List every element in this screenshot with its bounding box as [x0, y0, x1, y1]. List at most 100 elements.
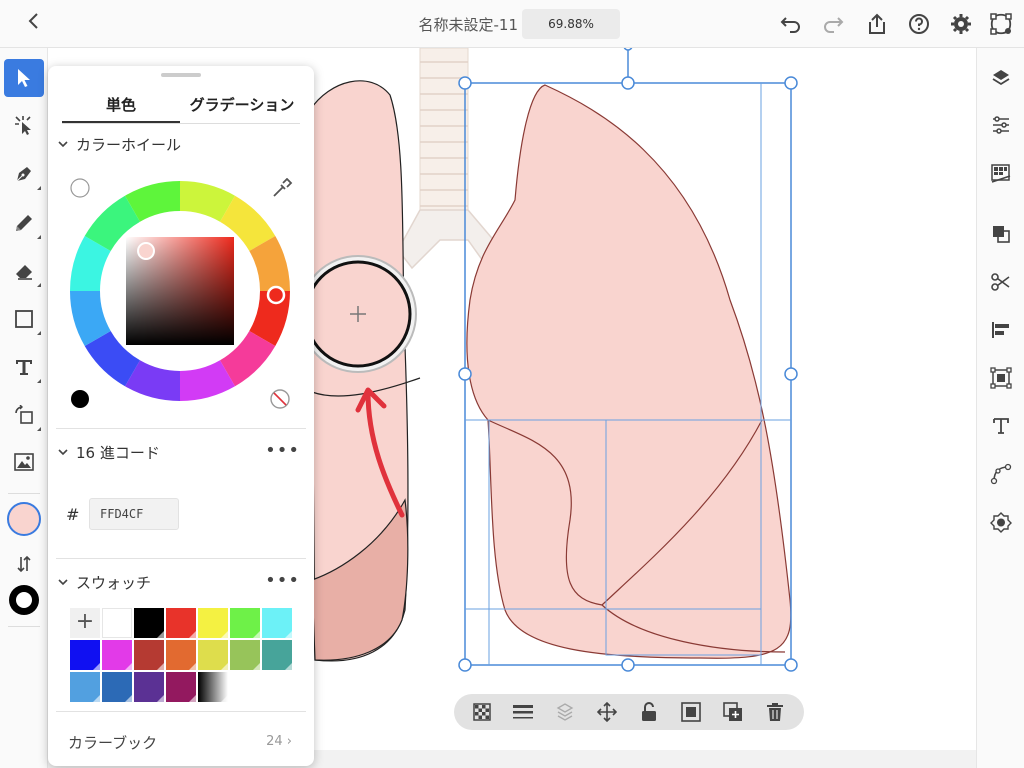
libraries-icon[interactable]: [987, 159, 1015, 187]
color-wheel-picker[interactable]: [70, 178, 294, 410]
color-swatch[interactable]: [198, 672, 228, 702]
help-icon[interactable]: [906, 11, 932, 37]
color-swatch[interactable]: [166, 640, 196, 670]
active-tab-indicator: [62, 121, 180, 123]
color-swatch[interactable]: [70, 672, 100, 702]
selection-tool[interactable]: [4, 59, 44, 97]
swatch-corner: [189, 663, 196, 670]
swatches-section-label: スウォッチ: [76, 573, 152, 592]
swatches-more-icon[interactable]: •••: [265, 570, 300, 591]
swatches-section-header[interactable]: スウォッチ: [58, 572, 151, 592]
section-divider: [56, 558, 306, 559]
color-swatch[interactable]: [230, 640, 260, 670]
fill-color-well[interactable]: [4, 500, 44, 538]
hex-code-input[interactable]: [89, 498, 179, 530]
hex-more-icon[interactable]: •••: [265, 440, 300, 461]
document-title[interactable]: 名称未設定-11: [360, 14, 518, 35]
color-book-count-value: 24: [266, 734, 283, 749]
rotate-tool[interactable]: [4, 396, 44, 434]
color-swatch[interactable]: [102, 672, 132, 702]
swatch-corner: [157, 695, 164, 702]
color-book-count[interactable]: 24 ›: [266, 734, 292, 749]
properties-icon[interactable]: [987, 111, 1015, 139]
type-panel-icon[interactable]: [987, 412, 1015, 440]
pathfinder-icon[interactable]: [987, 220, 1015, 248]
white-preset[interactable]: [70, 178, 90, 198]
eraser-tool[interactable]: [4, 252, 44, 290]
object-action-bar: [454, 694, 804, 730]
chevron-left-icon[interactable]: [20, 12, 46, 36]
add-swatch-button[interactable]: +: [70, 608, 100, 638]
color-swatch[interactable]: [230, 608, 260, 638]
zoom-level[interactable]: 69.88%: [522, 9, 620, 39]
scissors-icon[interactable]: [987, 268, 1015, 296]
color-swatch[interactable]: [134, 672, 164, 702]
swatch-corner: [285, 631, 292, 638]
color-swatch[interactable]: [102, 640, 132, 670]
pencil-tool[interactable]: [4, 204, 44, 242]
swap-colors-button[interactable]: [4, 545, 44, 583]
top-bar: 名称未設定-11 69.88%: [0, 0, 1024, 48]
delete-icon[interactable]: [764, 701, 786, 723]
color-wheel-section-header[interactable]: カラーホイール: [58, 134, 181, 154]
panel-grabber[interactable]: [161, 73, 201, 77]
rectangle-tool[interactable]: [4, 300, 44, 338]
swatch-corner: [157, 631, 164, 638]
move-icon[interactable]: [596, 701, 618, 723]
color-swatch[interactable]: [166, 672, 196, 702]
share-icon[interactable]: [864, 11, 890, 37]
eraser-icon: [16, 265, 32, 280]
path-icon[interactable]: [987, 460, 1015, 488]
color-swatch[interactable]: [262, 608, 292, 638]
stroke-lines-icon[interactable]: [512, 701, 534, 723]
image-icon: [14, 453, 34, 471]
color-swatch[interactable]: [70, 640, 100, 670]
swatch-corner: [285, 663, 292, 670]
arrange-icon[interactable]: [554, 701, 576, 723]
transparency-icon[interactable]: [471, 701, 493, 723]
type-tool[interactable]: [4, 348, 44, 386]
swatch-corner: [157, 663, 164, 670]
repeat-grid-icon[interactable]: [987, 508, 1015, 536]
place-image-tool[interactable]: [4, 443, 44, 481]
swatch-corner: [221, 695, 228, 702]
tool-bar: [0, 48, 48, 768]
direct-selection-tool[interactable]: [4, 106, 44, 144]
chevron-down-icon: [58, 579, 68, 586]
color-swatch[interactable]: [166, 608, 196, 638]
swatch-corner: [93, 663, 100, 670]
arrow-pointer-icon: [18, 69, 30, 87]
gear-icon[interactable]: [948, 11, 974, 37]
duplicate-icon[interactable]: [722, 701, 744, 723]
layers-icon[interactable]: [987, 64, 1015, 92]
color-swatch[interactable]: [198, 608, 228, 638]
color-swatch[interactable]: [198, 640, 228, 670]
align-icon[interactable]: [987, 316, 1015, 344]
color-book-label[interactable]: カラーブック: [68, 732, 157, 753]
color-swatch[interactable]: [134, 608, 164, 638]
view-mode-icon[interactable]: [988, 11, 1014, 37]
black-preset[interactable]: [71, 390, 89, 408]
group-icon[interactable]: [680, 701, 702, 723]
tab-gradient[interactable]: グラデーション: [180, 94, 304, 124]
no-color-icon[interactable]: [270, 389, 290, 409]
lock-icon[interactable]: [638, 701, 660, 723]
eyedropper-icon[interactable]: [273, 178, 293, 197]
transform-icon[interactable]: [987, 364, 1015, 392]
undo-icon[interactable]: [778, 11, 804, 37]
color-swatch[interactable]: [134, 640, 164, 670]
rectangle-icon: [15, 310, 33, 328]
color-swatch[interactable]: [102, 608, 132, 638]
swatch-corner: [125, 663, 132, 670]
pen-tool[interactable]: [4, 155, 44, 193]
pencil-icon: [16, 215, 32, 231]
toolbar-divider: [8, 493, 40, 494]
redo-icon[interactable]: [820, 11, 846, 37]
pen-icon: [15, 167, 31, 183]
color-wheel-section-label: カラーホイール: [76, 135, 182, 154]
hex-section-header[interactable]: 16 進コード: [58, 442, 160, 462]
tab-solid-color[interactable]: 単色: [62, 94, 180, 124]
color-swatch[interactable]: [262, 640, 292, 670]
stroke-color-well[interactable]: [4, 581, 44, 619]
swatch-corner: [221, 631, 228, 638]
